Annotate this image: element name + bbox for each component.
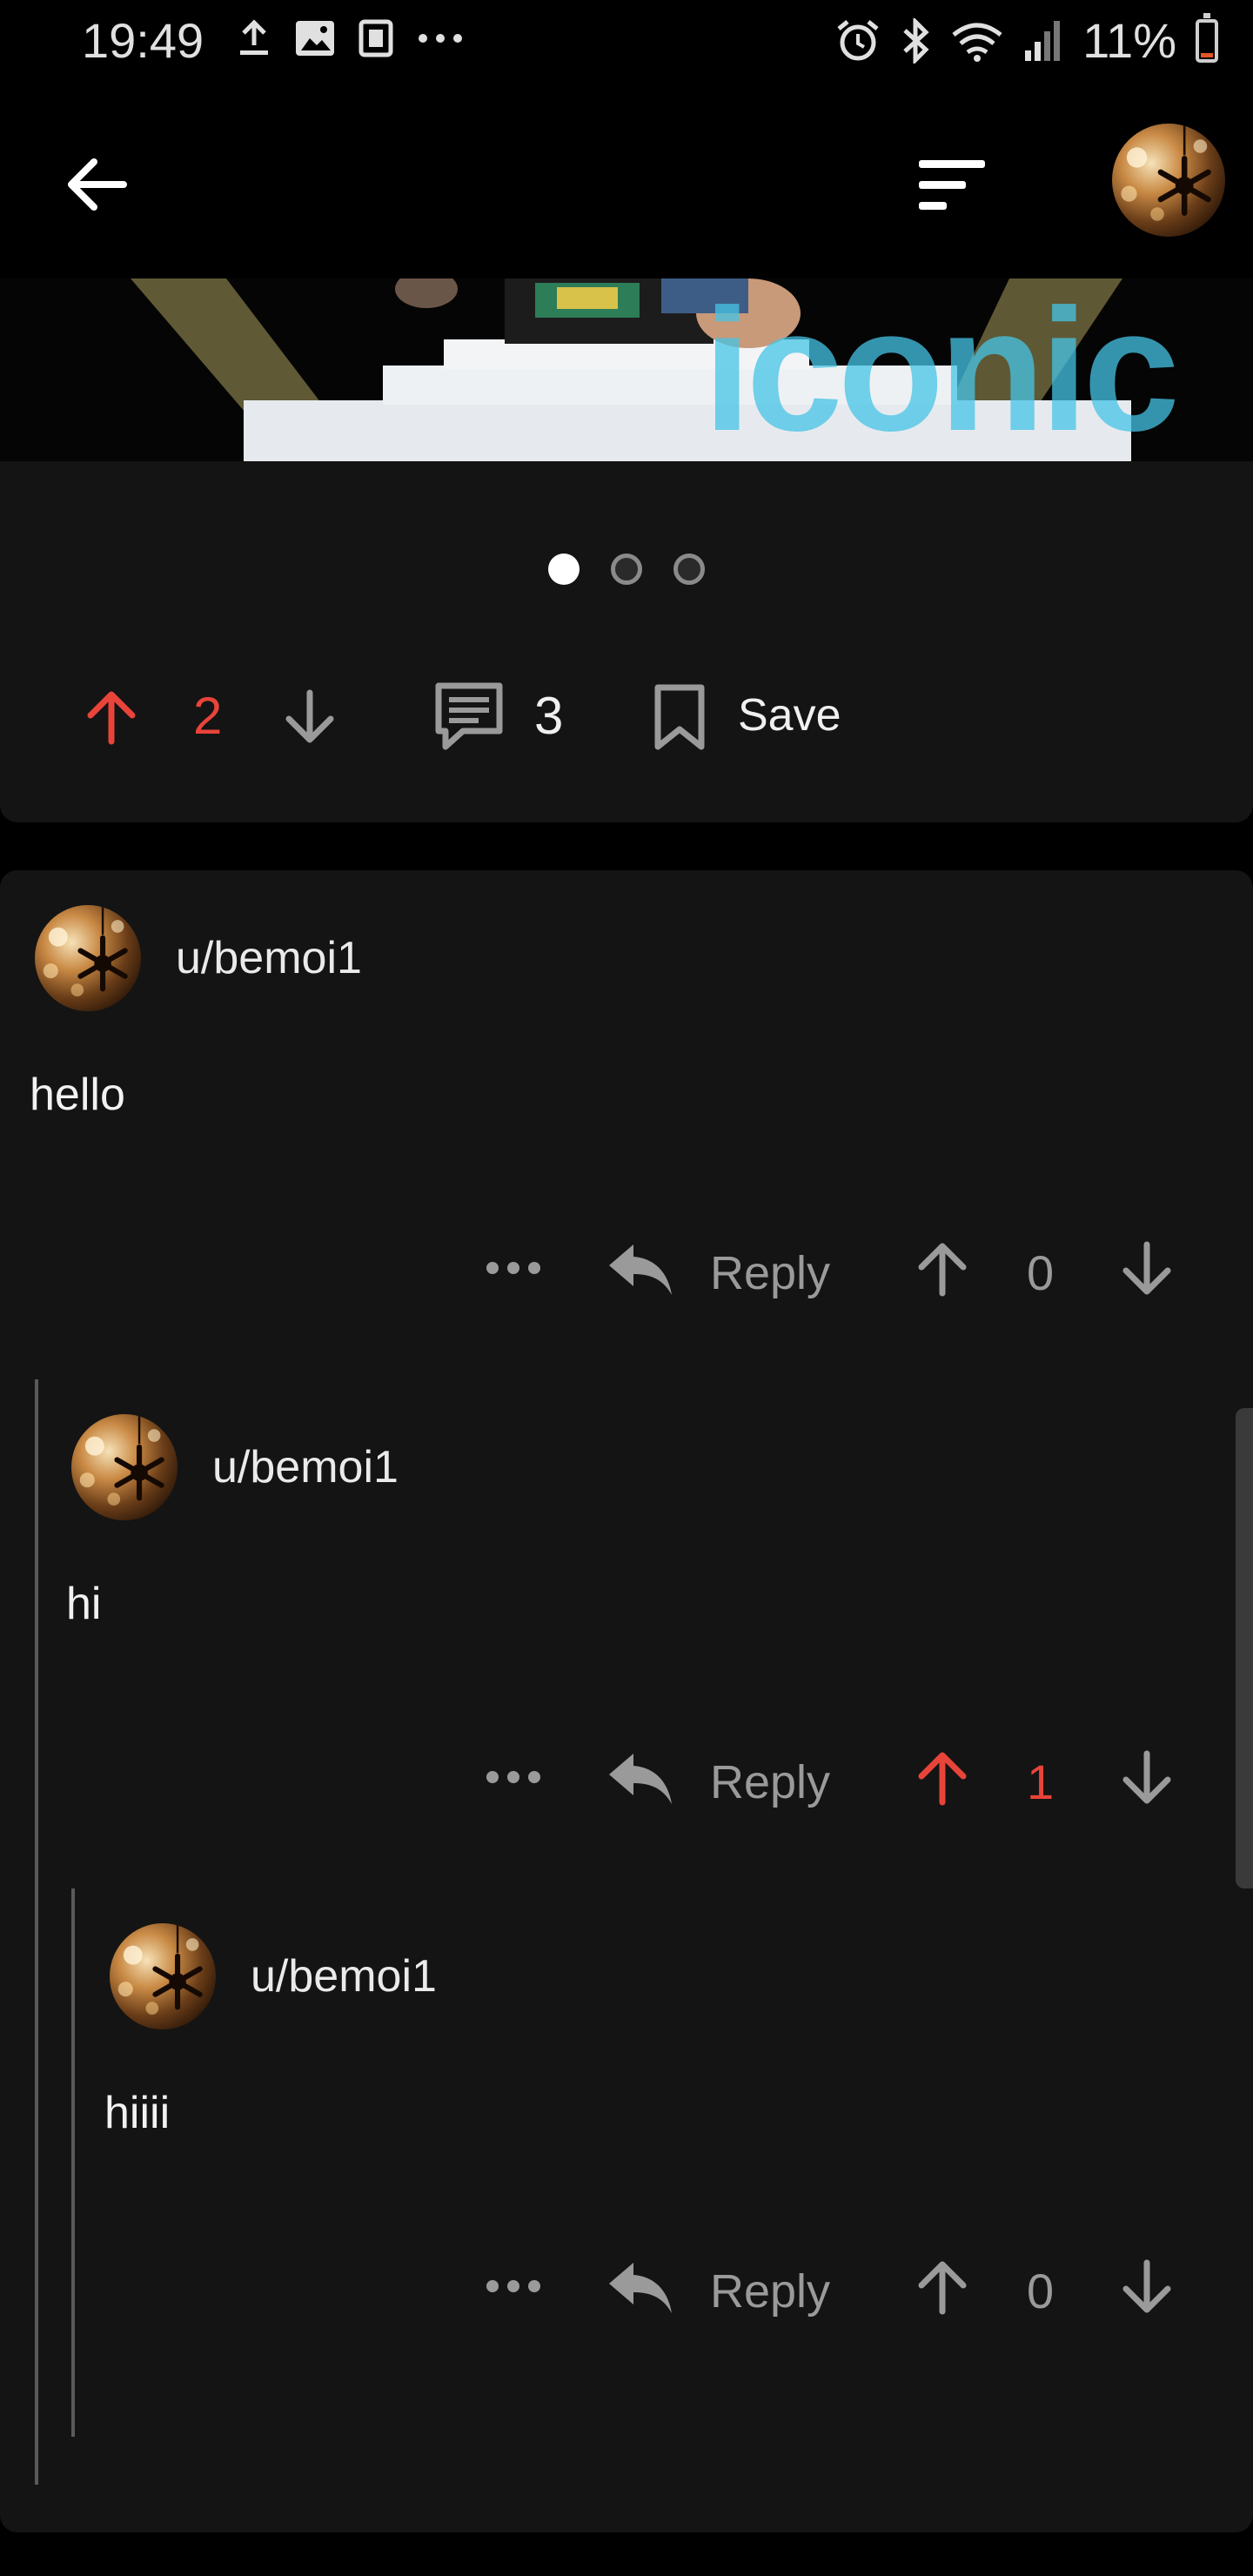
comment-body: hiiii: [104, 2088, 171, 2138]
comment-username[interactable]: u/bemoi1: [176, 932, 362, 984]
upvote-button[interactable]: [78, 684, 144, 750]
alarm-icon: [837, 19, 879, 60]
more-options-icon[interactable]: [479, 2264, 548, 2308]
avatar[interactable]: [71, 1414, 178, 1520]
downvote-button[interactable]: [1114, 1745, 1180, 1811]
signal-icon: [1025, 20, 1061, 61]
post-image[interactable]: iconic: [0, 278, 1253, 461]
upvote-button[interactable]: [909, 1745, 975, 1811]
comments-section: u/bemoi1 hello Reply 0 u/bemoi1 hi Reply 1 u/bem…: [0, 870, 1253, 2532]
user-avatar-icon[interactable]: [1112, 124, 1225, 237]
carousel-dot[interactable]: [611, 553, 642, 585]
downvote-button[interactable]: [1114, 1236, 1180, 1302]
media-watermark: iconic: [703, 278, 1180, 461]
avatar[interactable]: [110, 1923, 216, 2029]
comments-count: 3: [534, 687, 564, 745]
comment-header: u/bemoi1: [110, 1923, 437, 2029]
comment-header: u/bemoi1: [35, 905, 362, 1011]
carousel-dot[interactable]: [548, 553, 580, 585]
scrollbar-thumb[interactable]: [1236, 1408, 1253, 1888]
comment-body: hi: [66, 1579, 102, 1629]
post-actions: 2 3 Save: [0, 670, 1253, 757]
thread-line: [35, 1379, 38, 2485]
comment-username[interactable]: u/bemoi1: [212, 1441, 399, 1493]
bluetooth-icon: [903, 17, 929, 64]
comments-icon[interactable]: [432, 679, 506, 754]
comment-actions: Reply 0: [470, 1227, 1192, 1314]
comment-actions: Reply 1: [470, 1736, 1192, 1823]
status-bar: 19:49 11%: [0, 0, 1253, 87]
sort-icon[interactable]: [912, 155, 992, 216]
more-options-icon[interactable]: [479, 1755, 548, 1799]
comment-body: hello: [30, 1070, 125, 1120]
back-arrow-icon[interactable]: [61, 148, 134, 221]
downvote-button[interactable]: [1114, 2254, 1180, 2320]
upvote-button[interactable]: [909, 2254, 975, 2320]
battery-percent: 11%: [1082, 13, 1176, 68]
upvote-button[interactable]: [909, 1236, 975, 1302]
bookmark-icon[interactable]: [651, 682, 708, 752]
comment-header: u/bemoi1: [71, 1414, 399, 1520]
thread-line: [71, 1888, 75, 2437]
more-dots-icon: [419, 34, 462, 43]
upload-icon: [240, 19, 268, 55]
reply-button[interactable]: Reply: [710, 1755, 830, 1809]
comment-score: 0: [1027, 2264, 1055, 2318]
comment-username[interactable]: u/bemoi1: [251, 1950, 437, 2002]
comment-score: 1: [1027, 1754, 1055, 1809]
status-time: 19:49: [82, 13, 204, 68]
comment-actions: Reply 0: [470, 2245, 1192, 2332]
app-bar: [0, 87, 1253, 278]
downvote-button[interactable]: [277, 684, 343, 750]
save-button[interactable]: Save: [738, 689, 841, 741]
avatar[interactable]: [35, 905, 141, 1011]
more-options-icon[interactable]: [479, 1246, 548, 1290]
image-icon: [296, 21, 334, 56]
comment-score: 0: [1027, 1245, 1055, 1300]
reply-button[interactable]: Reply: [710, 2264, 830, 2318]
notification-icon: [358, 19, 393, 57]
post-score: 2: [193, 687, 223, 745]
post-card: 2 3 Save: [0, 461, 1253, 822]
reply-icon[interactable]: [606, 1239, 675, 1300]
reply-button[interactable]: Reply: [710, 1246, 830, 1300]
wifi-icon: [952, 23, 1002, 62]
battery-icon: [1196, 12, 1218, 63]
carousel-indicator[interactable]: [0, 553, 1253, 585]
battery-level: [1201, 52, 1213, 57]
reply-icon[interactable]: [606, 1748, 675, 1809]
carousel-dot[interactable]: [673, 553, 705, 585]
reply-icon[interactable]: [606, 2257, 675, 2318]
